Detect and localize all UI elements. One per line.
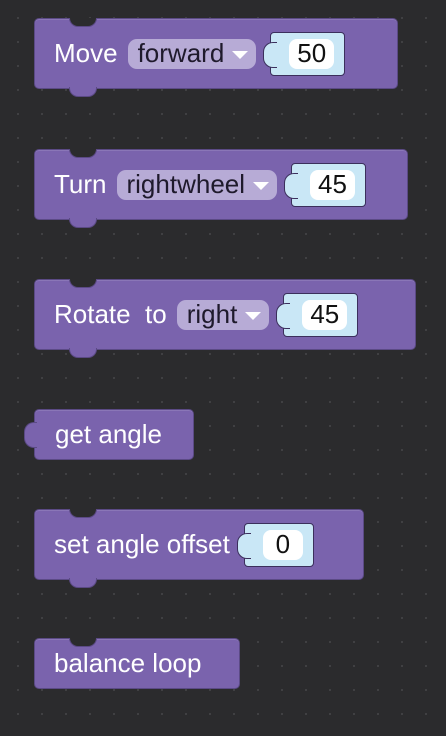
turn-wheel-value: rightwheel (126, 169, 246, 199)
angle-offset-input[interactable]: 0 (262, 529, 303, 560)
block-tab (69, 87, 97, 97)
rotate-label: Rotate to (54, 299, 167, 329)
block-notch (69, 149, 97, 158)
turn-label: Turn (54, 169, 107, 199)
rotate-direction-value: right (186, 299, 238, 329)
output-tab (24, 422, 37, 448)
turn-wheel-dropdown[interactable]: rightwheel (116, 169, 278, 200)
get-angle-label: get angle (55, 419, 162, 449)
rotate-block[interactable]: Rotate to right 45 (34, 279, 416, 358)
chevron-down-icon (253, 181, 270, 190)
move-label: Move (54, 38, 118, 68)
socket-plug (263, 41, 278, 68)
rotate-angle-socket: 45 (276, 292, 359, 337)
socket-plug (284, 172, 299, 199)
angle-offset-socket: 0 (236, 522, 314, 567)
block-notch (69, 279, 97, 288)
move-direction-value: forward (137, 38, 225, 68)
socket-plug (236, 532, 251, 559)
turn-angle-input[interactable]: 45 (310, 169, 355, 200)
block-tab (69, 218, 97, 228)
turn-angle-socket: 45 (284, 162, 366, 207)
move-direction-dropdown[interactable]: forward (127, 38, 257, 69)
chevron-down-icon (232, 50, 249, 59)
get-angle-block[interactable]: get angle (24, 409, 194, 460)
rotate-angle-input[interactable]: 45 (302, 299, 348, 330)
move-distance-socket: 50 (263, 31, 346, 76)
chevron-down-icon (245, 311, 262, 320)
set-angle-offset-label: set angle offset (54, 529, 230, 559)
turn-block[interactable]: Turn rightwheel 45 (34, 149, 408, 228)
set-angle-offset-block[interactable]: set angle offset 0 (34, 509, 364, 588)
block-tab (69, 348, 97, 358)
balance-loop-block[interactable]: balance loop (34, 638, 240, 689)
block-notch (69, 18, 97, 27)
block-notch (69, 638, 97, 647)
rotate-direction-dropdown[interactable]: right (176, 299, 270, 330)
block-notch (69, 509, 97, 518)
move-distance-input[interactable]: 50 (289, 38, 335, 69)
balance-loop-label: balance loop (54, 648, 202, 678)
socket-plug (276, 302, 291, 329)
block-tab (69, 578, 97, 588)
move-block[interactable]: Move forward 50 (34, 18, 398, 97)
